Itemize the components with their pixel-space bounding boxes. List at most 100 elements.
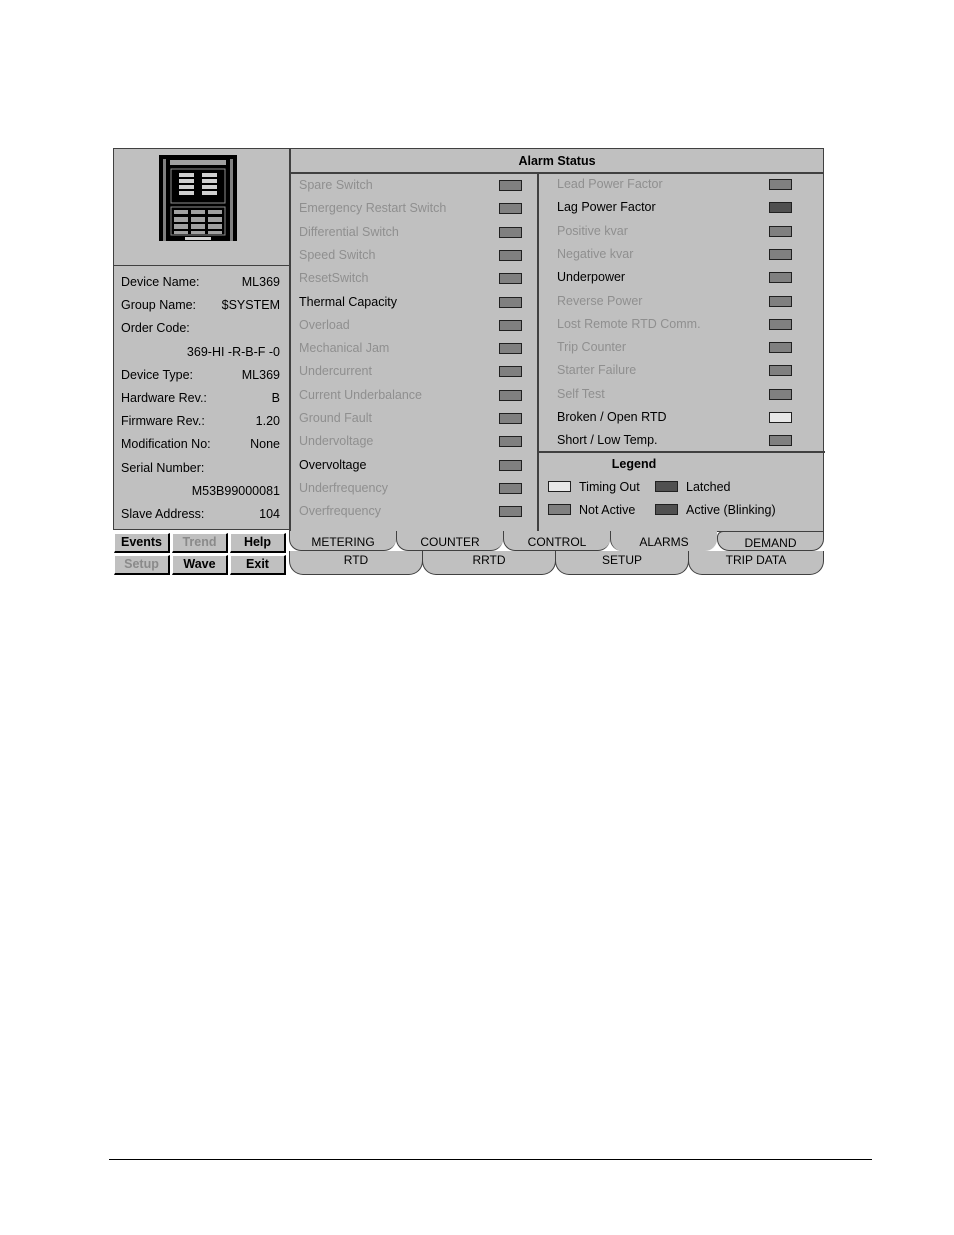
firmware-rev-row: Firmware Rev.: 1.20 [121, 411, 280, 431]
legend-item-not-active: Not Active [548, 501, 635, 519]
info-value: 1.20 [255, 414, 280, 428]
alarm-label: Undercurrent [299, 364, 372, 379]
info-value: 369-HI -R-B-F -0 [186, 345, 280, 359]
tab-setup[interactable]: SETUP [555, 551, 689, 575]
trend-button[interactable]: Trend [172, 533, 228, 553]
legend-swatch [655, 504, 678, 516]
alarm-label: Underfrequency [299, 480, 388, 495]
group-name-row: Group Name: $SYSTEM [121, 295, 280, 315]
alarm-indicator [769, 179, 792, 190]
alarm-indicator [769, 435, 792, 447]
alarm-label: Trip Counter [557, 340, 627, 355]
alarm-indicator [499, 249, 522, 261]
alarm-label: Speed Switch [299, 247, 376, 262]
device-name-row: Device Name: ML369 [121, 272, 280, 292]
alarm-indicator [499, 482, 522, 494]
tab-control[interactable]: CONTROL [503, 531, 610, 551]
alarm-indicator [769, 225, 792, 237]
alarm-row-underfrequency: Underfrequency [291, 478, 531, 498]
modification-no-row: Modification No: None [121, 434, 280, 454]
legend-swatch [548, 504, 571, 516]
alarm-indicator [499, 273, 522, 285]
setup-button[interactable]: Setup [114, 555, 170, 575]
events-button[interactable]: Events [114, 533, 170, 553]
alarm-row-differential-switch: Differential Switch [291, 222, 531, 242]
tab-trip-data[interactable]: TRIP DATA [688, 551, 824, 575]
info-value: ML369 [241, 368, 280, 382]
alarm-row-overvoltage: Overvoltage [291, 455, 531, 475]
alarm-row-resetswitch: ResetSwitch [291, 268, 531, 288]
info-label: Device Name: [121, 275, 200, 289]
alarm-indicator [499, 343, 522, 355]
alarm-row-mechanical-jam: Mechanical Jam [291, 338, 531, 358]
tab-metering[interactable]: METERING [289, 531, 396, 551]
info-label: Serial Number: [121, 461, 205, 475]
alarm-label: Current Underbalance [299, 387, 422, 402]
hardware-rev-row: Hardware Rev.: B [121, 388, 280, 408]
alarm-row-negative-kvar: Negative kvar [549, 244, 792, 264]
info-value: B [271, 391, 280, 405]
alarm-indicator [499, 366, 522, 378]
info-label: Order Code: [121, 321, 190, 335]
alarm-row-undercurrent: Undercurrent [291, 361, 531, 381]
legend: Legend Timing Out Latched Not Active Act… [539, 451, 825, 533]
alarm-indicator [769, 318, 792, 330]
alarm-indicator [769, 365, 792, 377]
tab-demand[interactable]: DEMAND [717, 531, 824, 551]
device-type-row: Device Type: ML369 [121, 365, 280, 385]
exit-button[interactable]: Exit [230, 555, 286, 575]
alarm-row-overfrequency: Overfrequency [291, 501, 531, 521]
alarm-label: Lead Power Factor [557, 177, 663, 191]
alarm-label: Underpower [557, 270, 626, 285]
info-label: Group Name: [121, 298, 197, 312]
legend-title: Legend [611, 457, 657, 471]
info-value: 104 [259, 507, 280, 521]
serial-number-row: Serial Number: [121, 458, 280, 478]
alarm-label: Reverse Power [557, 293, 643, 308]
info-value: None [250, 437, 280, 451]
alarm-label: Mechanical Jam [299, 341, 390, 356]
tab-bar: METERING COUNTER CONTROL ALARMS DEMAND R… [289, 531, 824, 578]
tab-rtd[interactable]: RTD [289, 551, 423, 575]
tab-counter[interactable]: COUNTER [396, 531, 503, 551]
alarm-indicator [769, 388, 792, 400]
alarm-indicator [499, 319, 522, 331]
legend-label: Timing Out [579, 480, 640, 494]
legend-item-active-blinking: Active (Blinking) [655, 501, 776, 519]
alarm-label: Emergency Restart Switch [299, 201, 447, 216]
alarm-label: Broken / Open RTD [557, 410, 667, 424]
info-value: $SYSTEM [221, 298, 280, 312]
device-image-panel [113, 148, 291, 266]
legend-item-latched: Latched [655, 478, 730, 496]
alarm-indicator [499, 459, 522, 471]
alarm-label: Lag Power Factor [557, 200, 656, 215]
info-value: ML369 [241, 275, 280, 289]
alarm-label: Self Test [557, 386, 605, 401]
alarm-indicator [499, 436, 522, 448]
alarm-indicator [499, 413, 522, 424]
alarm-indicator [499, 180, 522, 191]
alarm-status-title: Alarm Status [291, 149, 823, 174]
wave-button[interactable]: Wave [172, 555, 228, 575]
alarm-row-underpower: Underpower [549, 267, 792, 287]
alarm-row-self-test: Self Test [549, 384, 792, 404]
alarm-row-lost-remote-rtd-comm: Lost Remote RTD Comm. [549, 314, 792, 334]
relay-status-window: Device Name: ML369 Group Name: $SYSTEM Ord… [113, 148, 825, 578]
device-info-panel: Device Name: ML369 Group Name: $SYSTEM Ord… [113, 265, 291, 530]
alarm-label: Spare Switch [299, 178, 373, 192]
legend-label: Latched [686, 480, 731, 494]
info-label: Hardware Rev.: [121, 391, 207, 405]
alarm-label: Undervoltage [299, 434, 374, 449]
legend-label: Not Active [579, 503, 636, 517]
alarm-indicator [499, 506, 522, 518]
help-button[interactable]: Help [230, 533, 286, 553]
alarm-label: Lost Remote RTD Comm. [557, 316, 701, 331]
alarm-label: Thermal Capacity [299, 294, 397, 309]
alarm-row-reverse-power: Reverse Power [549, 291, 792, 311]
alarm-row-overload: Overload [291, 315, 531, 335]
relay-device-icon [159, 155, 237, 241]
alarm-label: Differential Switch [299, 224, 399, 239]
tab-rrtd[interactable]: RRTD [422, 551, 556, 575]
info-label: Device Type: [121, 368, 194, 382]
tab-alarms[interactable]: ALARMS [610, 531, 717, 551]
